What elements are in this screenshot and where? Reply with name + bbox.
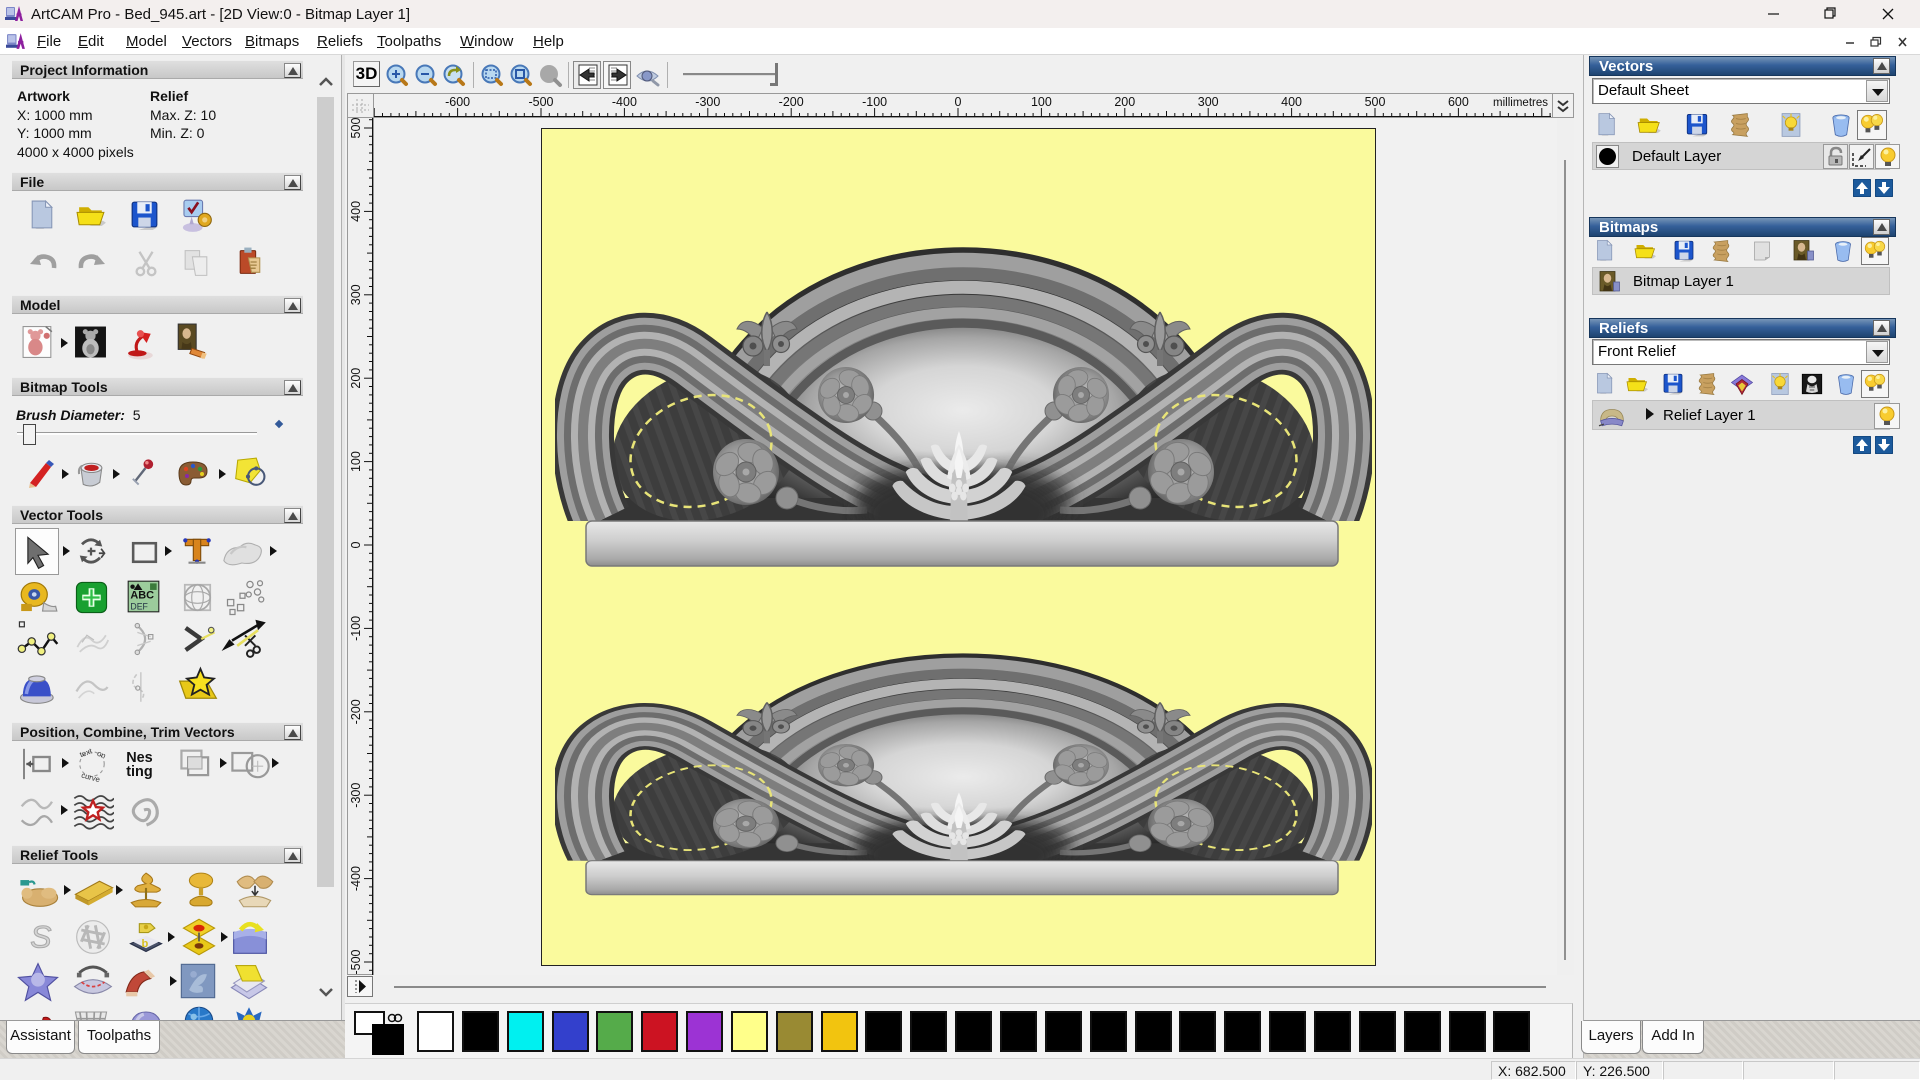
svg-text:100: 100: [349, 451, 363, 472]
svg-text:-300: -300: [349, 783, 363, 808]
svg-text:400: 400: [349, 201, 363, 222]
svg-text:200: 200: [1114, 95, 1135, 109]
svg-text:500: 500: [349, 118, 363, 138]
svg-text:0: 0: [349, 541, 363, 548]
svg-text:-200: -200: [349, 699, 363, 724]
svg-text:600: 600: [1448, 95, 1469, 109]
svg-text:-400: -400: [349, 866, 363, 891]
svg-text:400: 400: [1281, 95, 1302, 109]
svg-text:200: 200: [349, 368, 363, 389]
svg-text:-500: -500: [528, 95, 553, 109]
svg-text:300: 300: [1198, 95, 1219, 109]
svg-text:0: 0: [955, 95, 962, 109]
svg-text:-300: -300: [695, 95, 720, 109]
svg-text:-100: -100: [349, 616, 363, 641]
svg-text:-400: -400: [612, 95, 637, 109]
svg-text:millimetres: millimetres: [1493, 97, 1548, 109]
svg-text:500: 500: [1365, 95, 1386, 109]
svg-text:300: 300: [349, 284, 363, 305]
svg-text:-500: -500: [349, 949, 363, 974]
svg-text:-600: -600: [445, 95, 470, 109]
svg-text:100: 100: [1031, 95, 1052, 109]
svg-text:-200: -200: [779, 95, 804, 109]
svg-text:-100: -100: [862, 95, 887, 109]
